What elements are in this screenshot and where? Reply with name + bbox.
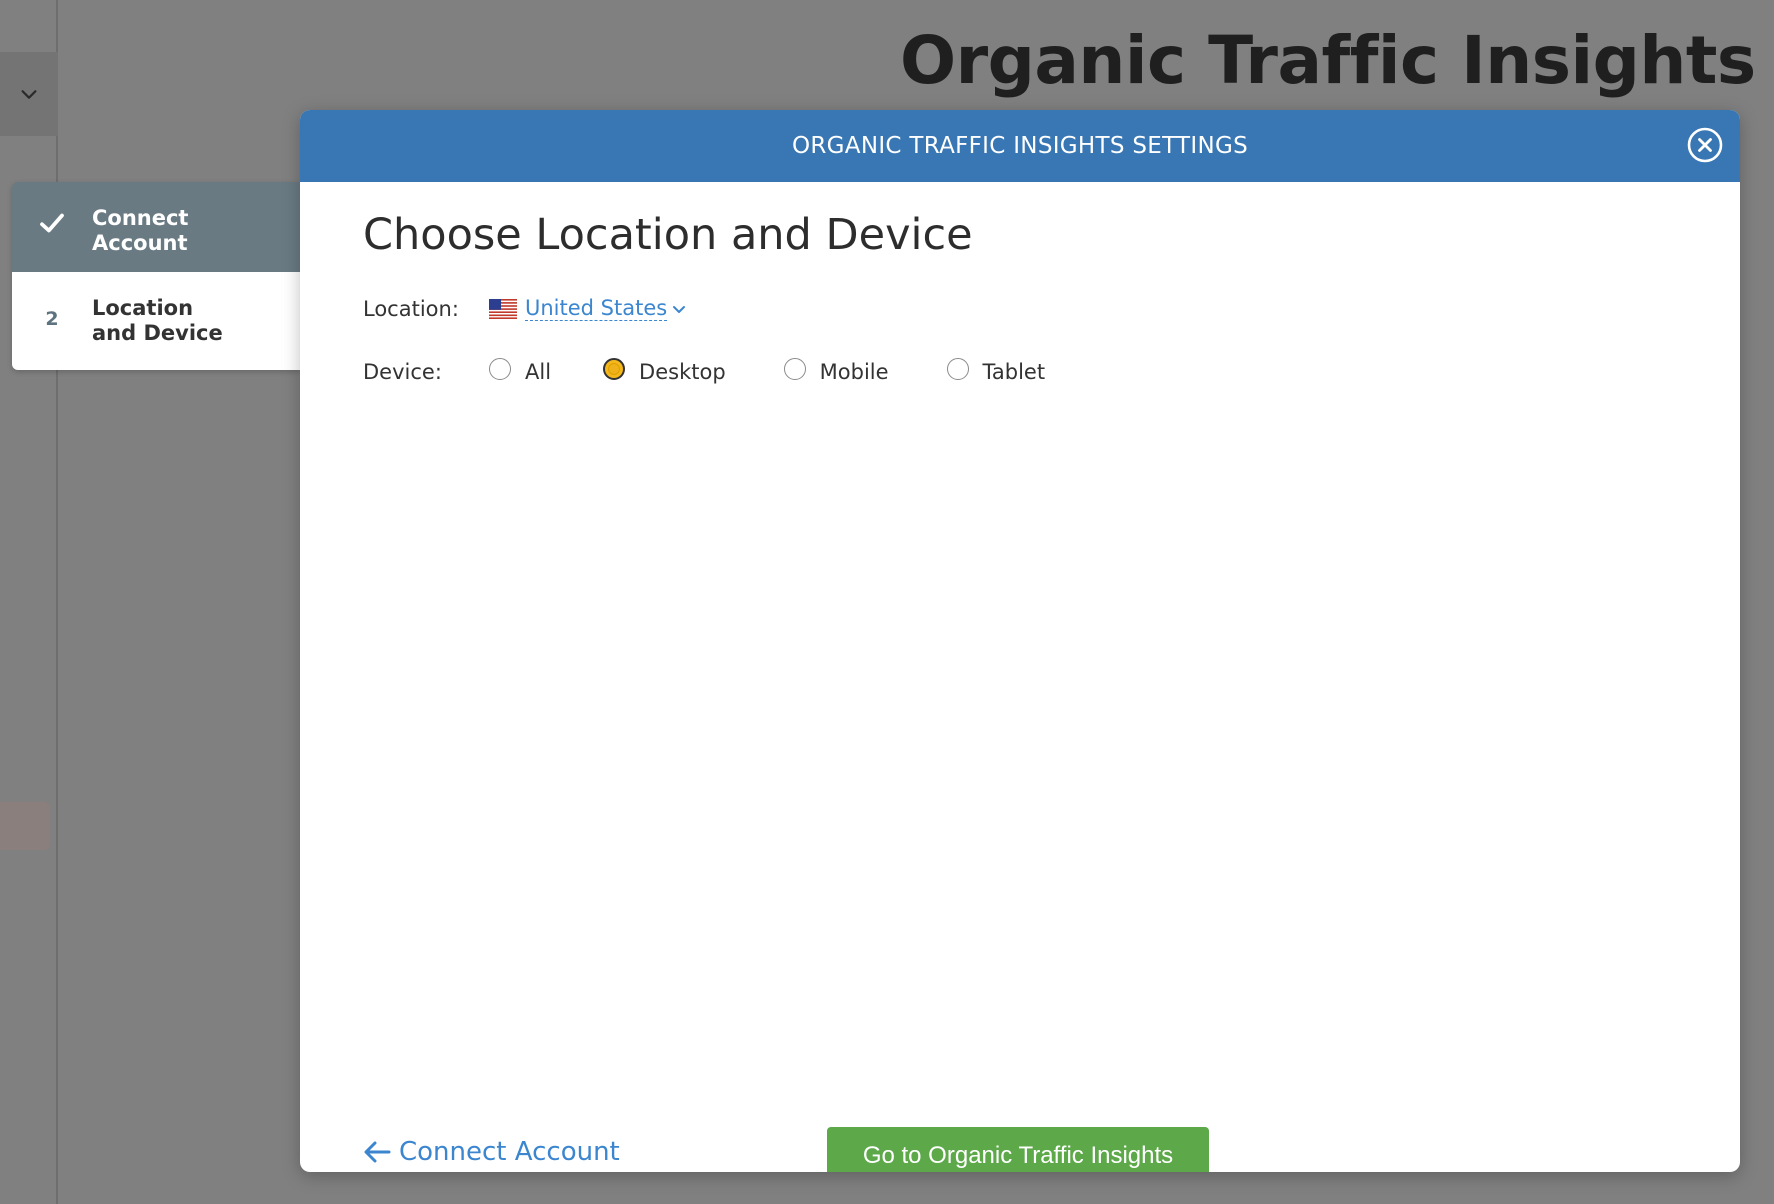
radio-label: Mobile [819,360,889,384]
device-radio-group: All Desktop Mobile Tablet [489,358,1046,384]
step-marker: 2 [36,296,68,330]
arrow-left-icon [364,1141,391,1163]
device-option-all[interactable]: All [489,358,552,384]
radio-label: Desktop [639,360,726,384]
go-to-organic-traffic-insights-button[interactable]: Go to Organic Traffic Insights [827,1127,1209,1172]
sidebar-highlight-item[interactable] [0,802,50,850]
chevron-down-icon [21,90,37,99]
back-to-connect-account-link[interactable]: Connect Account [363,1137,620,1167]
close-icon [1687,127,1723,163]
device-row: Device: All Desktop Mobile Tablet [363,358,1046,384]
settings-stepper: Connect Account 2 Location and Device [12,182,300,370]
modal-heading: Choose Location and Device [363,210,973,260]
step-connect-account[interactable]: Connect Account [12,182,300,272]
chevron-down-icon[interactable] [671,301,687,317]
device-option-mobile[interactable]: Mobile [783,358,889,384]
step-marker [36,206,68,238]
step-label: Connect Account [92,206,189,255]
modal-title: ORGANIC TRAFFIC INSIGHTS SETTINGS [791,133,1249,159]
location-dropdown[interactable]: United States [525,296,668,321]
step-location-and-device[interactable]: 2 Location and Device [12,272,300,370]
location-label: Location: [363,296,459,321]
radio-label: Tablet [982,360,1046,384]
page-title: Organic Traffic Insights [900,22,1756,99]
device-option-desktop[interactable]: Desktop [603,358,726,384]
background-sidebar [0,0,58,1204]
close-button[interactable] [1686,126,1724,164]
location-row: Location: United States [363,296,687,321]
us-flag-icon [489,298,517,319]
radio-all[interactable] [489,358,511,380]
radio-tablet[interactable] [946,358,969,380]
radio-desktop[interactable] [603,358,626,380]
sidebar-toggle[interactable] [0,52,58,136]
modal-header: ORGANIC TRAFFIC INSIGHTS SETTINGS [300,110,1740,182]
device-label: Device: [363,360,442,384]
app-page: Organic Traffic Insights Connect Account… [0,0,1774,1204]
step-label: Location and Device [92,296,223,345]
step-number: 2 [45,308,59,330]
back-link-label: Connect Account [399,1137,620,1167]
device-option-tablet[interactable]: Tablet [946,358,1046,384]
radio-label: All [525,360,552,384]
check-icon [40,213,64,233]
radio-mobile[interactable] [783,358,806,380]
settings-modal: ORGANIC TRAFFIC INSIGHTS SETTINGS Choose… [300,110,1740,1172]
